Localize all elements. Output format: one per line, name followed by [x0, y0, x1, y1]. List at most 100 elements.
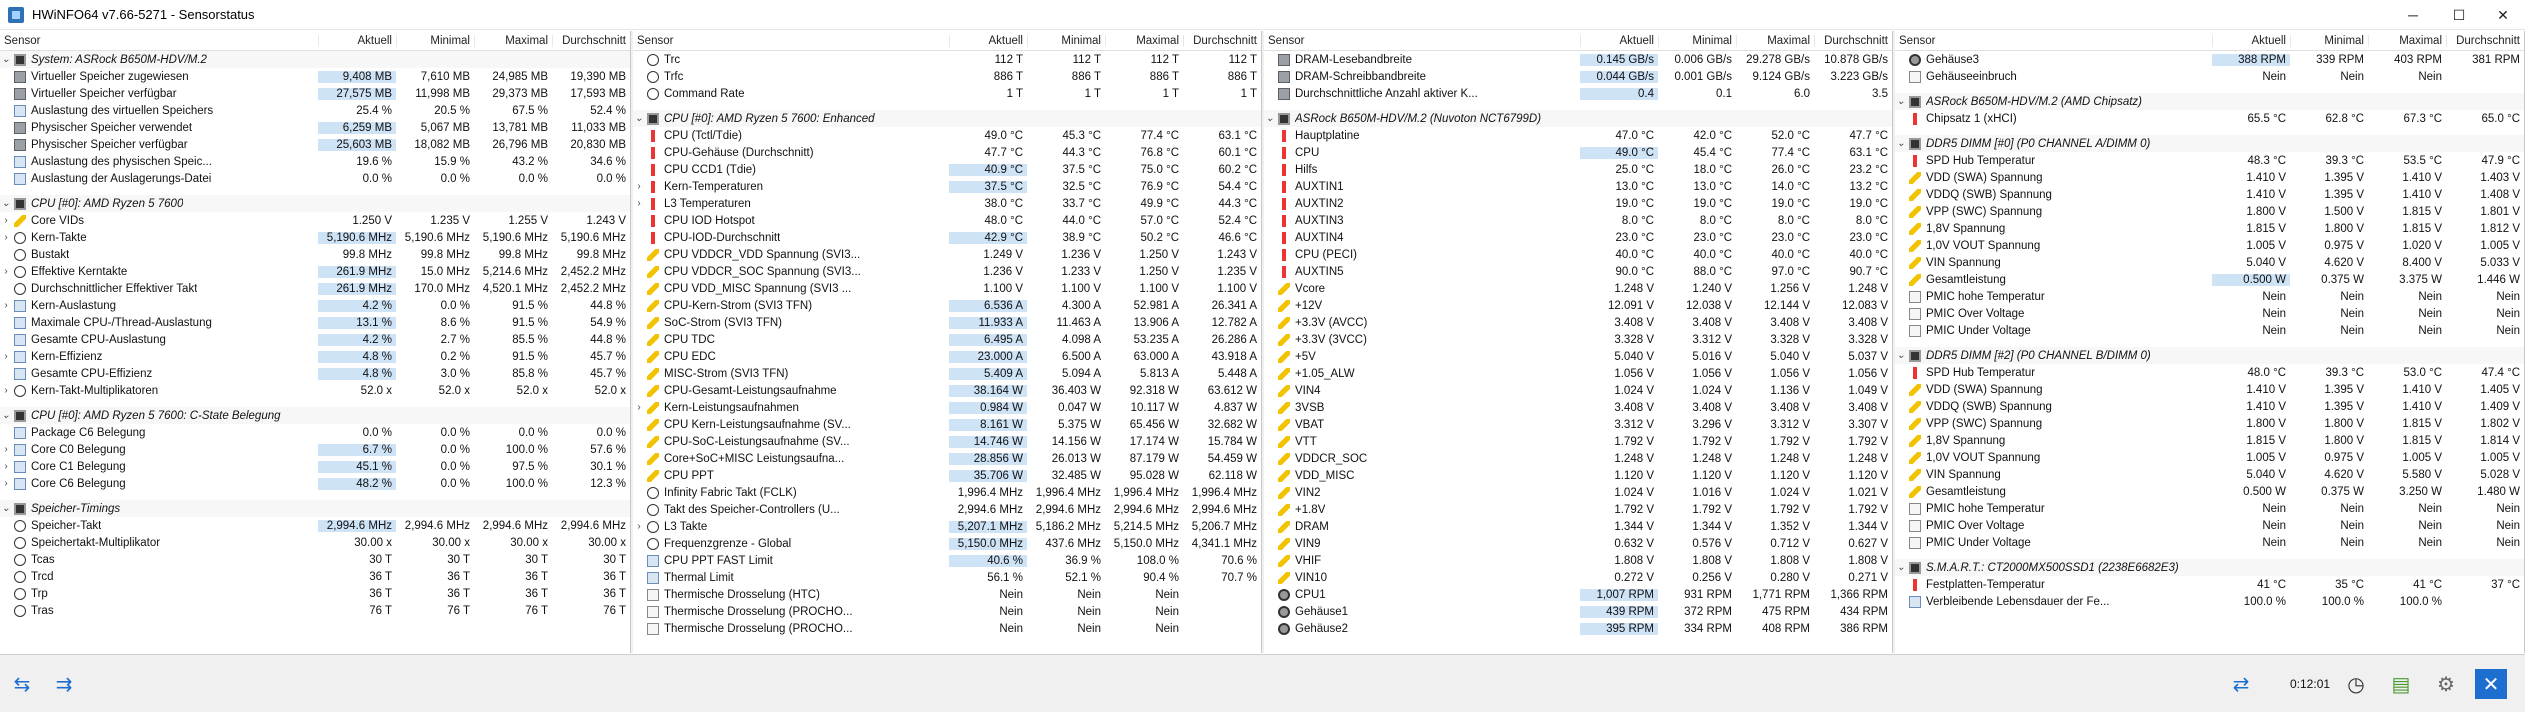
- sensor-row[interactable]: VIN Spannung 5.040 V 4.620 V 5.580 V 5.028 V: [1895, 466, 2524, 483]
- expand-chevron-icon[interactable]: ›: [0, 461, 12, 472]
- column-header-sensor[interactable]: Sensor: [0, 35, 318, 47]
- sensor-row[interactable]: VDD_MISC 1.120 V 1.120 V 1.120 V 1.120 V: [1264, 467, 1892, 484]
- sensor-row[interactable]: VDDQ (SWB) Spannung 1.410 V 1.395 V 1.410 V…: [1895, 398, 2524, 415]
- sensor-group-header[interactable]: ⌄ CPU [#0]: AMD Ryzen 5 7600: Enhanced: [633, 110, 1261, 127]
- sensor-row[interactable]: Gehäuse3 388 RPM 339 RPM 403 RPM 381 RPM: [1895, 51, 2524, 68]
- expand-chevron-icon[interactable]: ›: [633, 521, 645, 532]
- column-header-current[interactable]: Aktuell: [1580, 34, 1658, 47]
- sensor-row[interactable]: Durchschnittlicher Effektiver Takt 261.9 …: [0, 280, 630, 297]
- sensor-row[interactable]: Thermische Drosselung (PROCHO... Nein Nein…: [633, 620, 1261, 637]
- expand-chevron-icon[interactable]: ›: [0, 444, 12, 455]
- expand-chevron-icon[interactable]: ›: [0, 351, 12, 362]
- sensor-row[interactable]: CPU VDDCR_VDD Spannung (SVI3... 1.249 V 1.…: [633, 246, 1261, 263]
- sensor-row[interactable]: VIN10 0.272 V 0.256 V 0.280 V 0.271 V: [1264, 569, 1892, 586]
- close-sensors-icon[interactable]: ✕: [2475, 669, 2507, 699]
- navigate-right-icon[interactable]: ⇉: [48, 669, 80, 699]
- sensor-row[interactable]: Tras 76 T 76 T 76 T 76 T: [0, 602, 630, 619]
- sensor-panel-3[interactable]: Sensor Aktuell Minimal Maximal Durchschnitt D…: [1264, 31, 1893, 653]
- sensor-panel-2[interactable]: Sensor Aktuell Minimal Maximal Durchschnitt T…: [633, 31, 1262, 653]
- sensor-group-header[interactable]: ⌄ ASRock B650M-HDV/M.2 (Nuvoton NCT6799D): [1264, 110, 1892, 127]
- sensor-row[interactable]: CPU PPT FAST Limit 40.6 % 36.9 % 108.0 % 70.…: [633, 552, 1261, 569]
- collapse-chevron-icon[interactable]: ⌄: [633, 113, 645, 124]
- sensor-row[interactable]: › Kern-Takt-Multiplikatoren 52.0 x 52.0 x 52…: [0, 382, 630, 399]
- sensor-row[interactable]: Frequenzgrenze - Global 5,150.0 MHz 437.6 …: [633, 535, 1261, 552]
- sensor-row[interactable]: Speicher-Takt 2,994.6 MHz 2,994.6 MHz 2,994…: [0, 517, 630, 534]
- sensor-row[interactable]: Physischer Speicher verwendet 6,259 MB 5,0…: [0, 119, 630, 136]
- sensor-row[interactable]: Package C6 Belegung 0.0 % 0.0 % 0.0 % 0.0 %: [0, 424, 630, 441]
- sensor-row[interactable]: Physischer Speicher verfügbar 25,603 MB 18…: [0, 136, 630, 153]
- sensor-group-header[interactable]: ⌄ CPU [#0]: AMD Ryzen 5 7600: [0, 195, 630, 212]
- sensor-row[interactable]: PMIC Under Voltage Nein Nein Nein Nein: [1895, 322, 2524, 339]
- sensor-row[interactable]: VHIF 1.808 V 1.808 V 1.808 V 1.808 V: [1264, 552, 1892, 569]
- column-header-max[interactable]: Maximal: [2368, 34, 2446, 47]
- sensor-row[interactable]: VDDQ (SWB) Spannung 1.410 V 1.395 V 1.410 V…: [1895, 186, 2524, 203]
- sensor-row[interactable]: Gesamtleistung 0.500 W 0.375 W 3.375 W 1.446…: [1895, 271, 2524, 288]
- expand-chevron-icon[interactable]: ›: [0, 300, 12, 311]
- sensor-row[interactable]: Trp 36 T 36 T 36 T 36 T: [0, 585, 630, 602]
- sensor-row[interactable]: Verbleibende Lebensdauer der Fe... 100.0 …: [1895, 593, 2524, 610]
- sensor-row[interactable]: AUXTIN1 13.0 °C 13.0 °C 14.0 °C 13.2 °C: [1264, 178, 1892, 195]
- sensor-group-header[interactable]: ⌄ Speicher-Timings: [0, 500, 630, 517]
- column-header-max[interactable]: Maximal: [1105, 34, 1183, 47]
- expand-chevron-icon[interactable]: ›: [0, 232, 12, 243]
- expand-chevron-icon[interactable]: ›: [0, 478, 12, 489]
- sensor-row[interactable]: Command Rate 1 T 1 T 1 T 1 T: [633, 85, 1261, 102]
- sensor-row[interactable]: AUXTIN5 90.0 °C 88.0 °C 97.0 °C 90.7 °C: [1264, 263, 1892, 280]
- sensor-row[interactable]: Trfc 886 T 886 T 886 T 886 T: [633, 68, 1261, 85]
- column-header-avg[interactable]: Durchschnitt: [1183, 34, 1261, 47]
- sensor-row[interactable]: CPU VDDCR_SOC Spannung (SVI3... 1.236 V 1.…: [633, 263, 1261, 280]
- sensor-group-header[interactable]: ⌄ DDR5 DIMM [#0] (P0 CHANNEL A/DIMM 0): [1895, 135, 2524, 152]
- sensor-row[interactable]: PMIC hohe Temperatur Nein Nein Nein Nein: [1895, 500, 2524, 517]
- sensor-row[interactable]: VIN2 1.024 V 1.016 V 1.024 V 1.021 V: [1264, 484, 1892, 501]
- column-header-sensor[interactable]: Sensor: [1895, 35, 2212, 47]
- sensor-row[interactable]: › Core C6 Belegung 48.2 % 0.0 % 100.0 % 12.3 …: [0, 475, 630, 492]
- collapse-chevron-icon[interactable]: ⌄: [0, 198, 12, 209]
- sensor-row[interactable]: Gehäuse2 395 RPM 334 RPM 408 RPM 386 RPM: [1264, 620, 1892, 637]
- sensor-row[interactable]: AUXTIN3 8.0 °C 8.0 °C 8.0 °C 8.0 °C: [1264, 212, 1892, 229]
- sensor-row[interactable]: +3.3V (AVCC) 3.408 V 3.408 V 3.408 V 3.408 V: [1264, 314, 1892, 331]
- column-header-min[interactable]: Minimal: [396, 34, 474, 47]
- sensor-row[interactable]: CPU-Kern-Strom (SVI3 TFN) 6.536 A 4.300 A 5…: [633, 297, 1261, 314]
- sensor-row[interactable]: Auslastung des physischen Speic... 19.6 %…: [0, 153, 630, 170]
- sensor-row[interactable]: +12V 12.091 V 12.038 V 12.144 V 12.083 V: [1264, 297, 1892, 314]
- collapse-chevron-icon[interactable]: ⌄: [1895, 96, 1907, 107]
- collapse-chevron-icon[interactable]: ⌄: [1895, 562, 1907, 573]
- expand-chevron-icon[interactable]: ›: [633, 198, 645, 209]
- sensor-row[interactable]: CPU (Tctl/Tdie) 49.0 °C 45.3 °C 77.4 °C 63.1…: [633, 127, 1261, 144]
- sensor-row[interactable]: CPU VDD_MISC Spannung (SVI3 ... 1.100 V 1.…: [633, 280, 1261, 297]
- sensor-row[interactable]: Thermal Limit 56.1 % 52.1 % 90.4 % 70.7 %: [633, 569, 1261, 586]
- sensor-row[interactable]: Tcas 30 T 30 T 30 T 30 T: [0, 551, 630, 568]
- column-header-avg[interactable]: Durchschnitt: [2446, 34, 2524, 47]
- sensor-row[interactable]: Hilfs 25.0 °C 18.0 °C 26.0 °C 23.2 °C: [1264, 161, 1892, 178]
- sensor-row[interactable]: Virtueller Speicher zugewiesen 9,408 MB 7,…: [0, 68, 630, 85]
- sensor-row[interactable]: DRAM 1.344 V 1.344 V 1.352 V 1.344 V: [1264, 518, 1892, 535]
- column-header-sensor[interactable]: Sensor: [633, 35, 949, 47]
- sensor-row[interactable]: Thermische Drosselung (PROCHO... Nein Nein…: [633, 603, 1261, 620]
- sensor-row[interactable]: Gehäuseeinbruch Nein Nein Nein: [1895, 68, 2524, 85]
- collapse-chevron-icon[interactable]: ⌄: [1895, 138, 1907, 149]
- collapse-chevron-icon[interactable]: ⌄: [1895, 350, 1907, 361]
- sensor-row[interactable]: SPD Hub Temperatur 48.0 °C 39.3 °C 53.0 °C 4…: [1895, 364, 2524, 381]
- sensor-row[interactable]: CPU IOD Hotspot 48.0 °C 44.0 °C 57.0 °C 52.4…: [633, 212, 1261, 229]
- sensor-row[interactable]: CPU-IOD-Durchschnitt 42.9 °C 38.9 °C 50.2 °…: [633, 229, 1261, 246]
- column-header-current[interactable]: Aktuell: [949, 34, 1027, 47]
- sensor-row[interactable]: Auslastung der Auslagerungs-Datei 0.0 % 0.…: [0, 170, 630, 187]
- column-header-min[interactable]: Minimal: [2290, 34, 2368, 47]
- collapse-chevron-icon[interactable]: ⌄: [0, 503, 12, 514]
- sensor-row[interactable]: Virtueller Speicher verfügbar 27,575 MB 11…: [0, 85, 630, 102]
- expand-chevron-icon[interactable]: ›: [0, 385, 12, 396]
- sensor-row[interactable]: › Core VIDs 1.250 V 1.235 V 1.255 V 1.243 V: [0, 212, 630, 229]
- sensor-row[interactable]: Maximale CPU-/Thread-Auslastung 13.1 % 8.6…: [0, 314, 630, 331]
- sensor-row[interactable]: 1,8V Spannung 1.815 V 1.800 V 1.815 V 1.814 …: [1895, 432, 2524, 449]
- column-header-current[interactable]: Aktuell: [2212, 34, 2290, 47]
- network-icon[interactable]: ⇄: [2225, 669, 2257, 699]
- sensor-panel-1[interactable]: Sensor Aktuell Minimal Maximal Durchschnitt ⌄…: [0, 31, 631, 653]
- sensor-row[interactable]: Auslastung des virtuellen Speichers 25.4 …: [0, 102, 630, 119]
- column-header-min[interactable]: Minimal: [1658, 34, 1736, 47]
- column-header-avg[interactable]: Durchschnitt: [1814, 34, 1892, 47]
- sensor-row[interactable]: › Kern-Effizienz 4.8 % 0.2 % 91.5 % 45.7 %: [0, 348, 630, 365]
- sensor-group-header[interactable]: ⌄ ASRock B650M-HDV/M.2 (AMD Chipsatz): [1895, 93, 2524, 110]
- sensor-group-header[interactable]: ⌄ System: ASRock B650M-HDV/M.2: [0, 51, 630, 68]
- collapse-chevron-icon[interactable]: ⌄: [0, 410, 12, 421]
- sensor-row[interactable]: CPU-SoC-Leistungsaufnahme (SV... 14.746 W…: [633, 433, 1261, 450]
